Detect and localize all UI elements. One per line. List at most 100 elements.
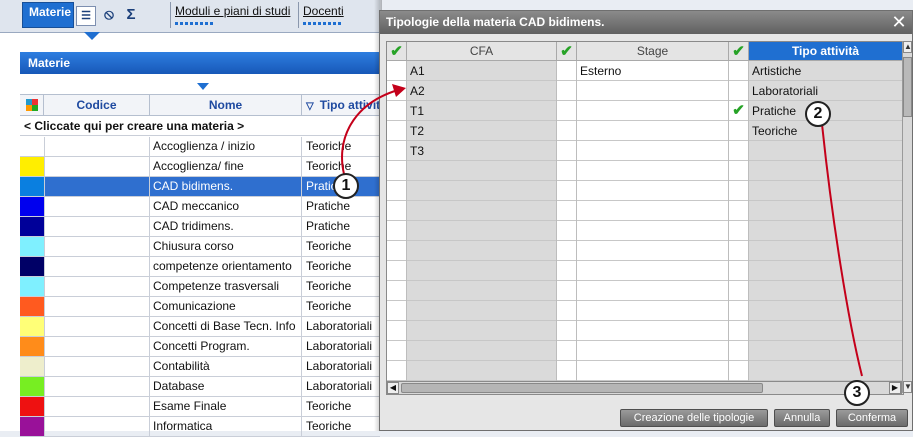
stage-checkbox-cell[interactable]: [557, 361, 576, 381]
tipo-checkbox-cell[interactable]: [729, 121, 748, 141]
stage-cell[interactable]: [577, 161, 728, 181]
codice-cell[interactable]: [44, 357, 150, 376]
table-row[interactable]: CAD meccanico Pratiche: [20, 197, 380, 217]
tipo-checkbox-cell[interactable]: [729, 341, 748, 361]
cfa-checkbox-cell[interactable]: [387, 201, 406, 221]
stage-cell[interactable]: Esterno: [577, 61, 728, 81]
horizontal-scroll-thumb[interactable]: [401, 383, 763, 393]
stage-cell[interactable]: [577, 201, 728, 221]
cfa-checkbox-cell[interactable]: [387, 341, 406, 361]
nome-cell[interactable]: Comunicazione: [150, 297, 302, 316]
cfa-checkbox-cell[interactable]: [387, 101, 406, 121]
table-row[interactable]: Accoglienza / inizio Teoriche: [20, 137, 380, 157]
tipo-cell[interactable]: [749, 281, 903, 301]
tipo-checkbox-cell[interactable]: [729, 301, 748, 321]
cfa-checkbox-cell[interactable]: [387, 241, 406, 261]
cfa-cell[interactable]: [407, 301, 556, 321]
cfa-checkbox-cell[interactable]: [387, 161, 406, 181]
color-swatch[interactable]: [20, 397, 44, 416]
nome-cell[interactable]: CAD tridimens.: [150, 217, 302, 236]
tipo-cell[interactable]: [749, 221, 903, 241]
scroll-left-icon[interactable]: ◀: [387, 382, 399, 394]
cfa-cell[interactable]: T1: [407, 101, 556, 121]
cfa-cell[interactable]: T2: [407, 121, 556, 141]
cfa-checkbox-cell[interactable]: [387, 121, 406, 141]
stage-checkbox-cell[interactable]: [557, 181, 576, 201]
stage-cell[interactable]: [577, 281, 728, 301]
cfa-check-header[interactable]: ✔: [387, 42, 407, 61]
codice-cell[interactable]: [44, 237, 150, 256]
stage-cell[interactable]: [577, 341, 728, 361]
tipo-checkbox-cell[interactable]: [729, 141, 748, 161]
cfa-cell[interactable]: [407, 161, 556, 181]
tipo-cell[interactable]: [749, 301, 903, 321]
cfa-checkbox-cell[interactable]: [387, 321, 406, 341]
tipo-checkbox-cell[interactable]: [729, 161, 748, 181]
column-header-cfa[interactable]: CFA: [407, 42, 557, 61]
codice-cell[interactable]: [44, 277, 150, 296]
stage-checkbox-cell[interactable]: [557, 301, 576, 321]
nome-cell[interactable]: Database: [150, 377, 302, 396]
stage-cell[interactable]: [577, 141, 728, 161]
vertical-scrollbar[interactable]: ▲ ▼: [902, 41, 912, 393]
cfa-cell[interactable]: [407, 201, 556, 221]
stage-checkbox-cell[interactable]: [557, 341, 576, 361]
tipo-cell[interactable]: [749, 141, 903, 161]
tipo-checkbox-cell[interactable]: [729, 361, 748, 381]
annulla-button[interactable]: Annulla: [774, 409, 830, 427]
cfa-cell[interactable]: [407, 321, 556, 341]
creazione-tipologie-button[interactable]: Creazione delle tipologie: [620, 409, 768, 427]
conferma-button[interactable]: Conferma: [836, 409, 908, 427]
color-swatch[interactable]: [20, 337, 44, 356]
color-swatch[interactable]: [20, 377, 44, 396]
tipo-checkbox-cell[interactable]: [729, 241, 748, 261]
color-swatch[interactable]: [20, 217, 44, 236]
tipo-cell[interactable]: [749, 161, 903, 181]
color-column-header[interactable]: [20, 95, 44, 115]
stage-checkbox-cell[interactable]: [557, 281, 576, 301]
list-view-icon[interactable]: ☰: [76, 6, 96, 26]
tipo-cell[interactable]: [749, 181, 903, 201]
color-swatch[interactable]: [20, 177, 44, 196]
cfa-checkbox-cell[interactable]: [387, 281, 406, 301]
table-row[interactable]: Informatica Teoriche: [20, 417, 380, 437]
horizontal-scrollbar[interactable]: ◀ ▶: [386, 381, 902, 395]
table-row[interactable]: Esame Finale Teoriche: [20, 397, 380, 417]
stage-cell[interactable]: [577, 301, 728, 321]
cfa-checkbox-cell[interactable]: [387, 141, 406, 161]
tipo-checkbox-cell[interactable]: [729, 181, 748, 201]
nome-cell[interactable]: Esame Finale: [150, 397, 302, 416]
nome-cell[interactable]: Chiusura corso: [150, 237, 302, 256]
table-row[interactable]: CAD bidimens. Pratiche: [20, 177, 400, 197]
cfa-checkbox-cell[interactable]: [387, 361, 406, 381]
stage-checkbox-cell[interactable]: [557, 121, 576, 141]
color-swatch[interactable]: [20, 237, 44, 256]
nome-cell[interactable]: competenze orientamento: [150, 257, 302, 276]
column-header-stage[interactable]: Stage: [577, 42, 729, 61]
forbidden-icon[interactable]: ⦸: [100, 6, 118, 24]
color-swatch[interactable]: [20, 277, 44, 296]
tipo-checkbox-cell[interactable]: [729, 281, 748, 301]
stage-checkbox-cell[interactable]: [557, 161, 576, 181]
close-icon[interactable]: ✕: [890, 11, 908, 34]
codice-cell[interactable]: [44, 157, 150, 176]
stage-cell[interactable]: [577, 81, 728, 101]
stage-checkbox-cell[interactable]: [557, 321, 576, 341]
stage-cell[interactable]: [577, 221, 728, 241]
cfa-cell[interactable]: [407, 281, 556, 301]
tipo-checkbox-cell[interactable]: [729, 221, 748, 241]
tipo-cell[interactable]: [749, 321, 903, 341]
stage-checkbox-cell[interactable]: [557, 201, 576, 221]
tipo-checkbox-cell[interactable]: [729, 61, 748, 81]
cfa-checkbox-cell[interactable]: [387, 221, 406, 241]
stage-check-header[interactable]: ✔: [557, 42, 577, 61]
tab-docenti[interactable]: Docenti: [298, 2, 378, 28]
nome-cell[interactable]: Concetti di Base Tecn. Info: [150, 317, 302, 336]
column-header-codice[interactable]: Codice: [44, 95, 150, 115]
cfa-cell[interactable]: [407, 181, 556, 201]
scroll-up-icon[interactable]: ▲: [903, 41, 912, 53]
tipo-cell[interactable]: [749, 241, 903, 261]
nome-cell[interactable]: Concetti Program.: [150, 337, 302, 356]
codice-cell[interactable]: [44, 177, 150, 196]
column-header-nome[interactable]: Nome: [150, 95, 302, 115]
